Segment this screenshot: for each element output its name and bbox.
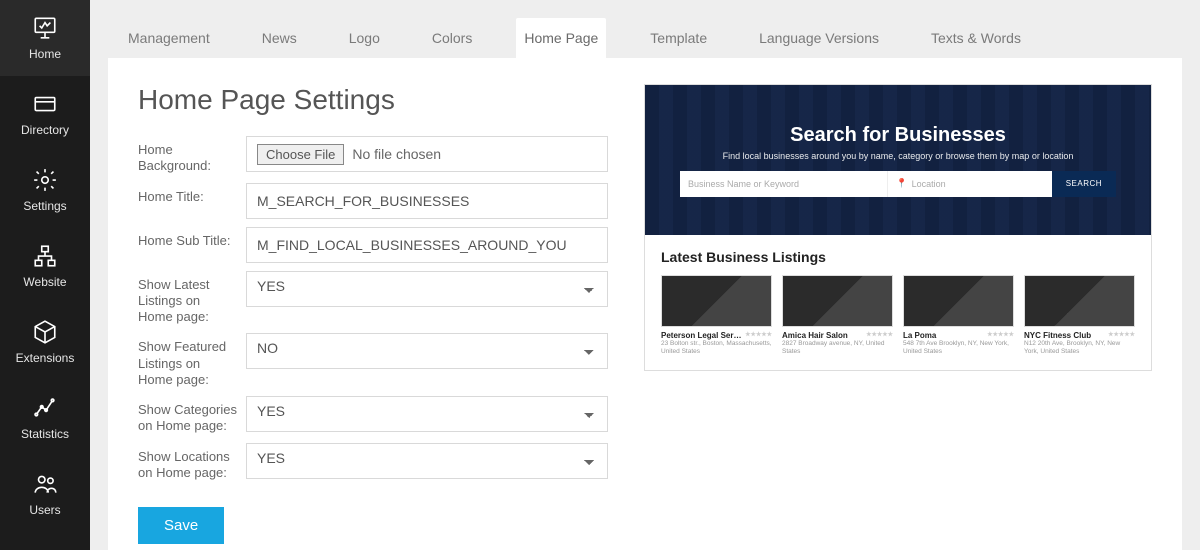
show-locations-label: Show Locations on Home page: (138, 443, 246, 482)
tab-colors[interactable]: Colors (424, 18, 480, 58)
tab-language-versions[interactable]: Language Versions (751, 18, 887, 58)
file-status: No file chosen (352, 146, 441, 162)
tab-texts-words[interactable]: Texts & Words (923, 18, 1029, 58)
users-icon (32, 471, 58, 497)
sidebar-item-label: Users (29, 503, 60, 517)
sidebar-item-label: Settings (23, 199, 66, 213)
sitemap-icon (32, 243, 58, 269)
sidebar-item-statistics[interactable]: Statistics (0, 380, 90, 456)
show-featured-label: Show Featured Listings on Home page: (138, 333, 246, 388)
sidebar-item-extensions[interactable]: Extensions (0, 304, 90, 380)
preview-hero: Search for Businesses Find local busines… (645, 85, 1151, 235)
preview-card: ★★★★★Peterson Legal Services 23 Bolton s… (661, 275, 772, 356)
card-icon (32, 91, 58, 117)
preview-card-thumb (661, 275, 772, 327)
main: Management News Logo Colors Home Page Te… (90, 0, 1200, 550)
preview-search-button: SEARCH (1052, 171, 1116, 197)
sidebar-item-label: Extensions (16, 351, 75, 365)
tab-template[interactable]: Template (642, 18, 715, 58)
home-sub-title-label: Home Sub Title: (138, 227, 246, 249)
tab-logo[interactable]: Logo (341, 18, 388, 58)
show-latest-label: Show Latest Listings on Home page: (138, 271, 246, 326)
show-categories-label: Show Categories on Home page: (138, 396, 246, 435)
preview-location-input: Location (888, 171, 1051, 197)
sidebar-item-website[interactable]: Website (0, 228, 90, 304)
tab-management[interactable]: Management (120, 18, 218, 58)
monitor-icon (32, 15, 58, 41)
gear-icon (32, 167, 58, 193)
home-title-label: Home Title: (138, 183, 246, 205)
preview-card: ★★★★★Amica Hair Salon 2827 Broadway aven… (782, 275, 893, 356)
show-featured-select[interactable]: NO (246, 333, 608, 369)
preview-hero-title: Search for Businesses (790, 124, 1006, 147)
save-button[interactable]: Save (138, 507, 224, 544)
sidebar: Home Directory Settings Website Extensio… (0, 0, 90, 550)
tabbar: Management News Logo Colors Home Page Te… (90, 0, 1200, 58)
preview-card-thumb (1024, 275, 1135, 327)
preview-card: ★★★★★NYC Fitness Club N12 20th Ave, Broo… (1024, 275, 1135, 356)
preview-keyword-input: Business Name or Keyword (680, 171, 888, 197)
preview-card-thumb (903, 275, 1014, 327)
page-title: Home Page Settings (138, 84, 608, 116)
choose-file-button[interactable]: Choose File (257, 144, 344, 165)
preview-card-thumb (782, 275, 893, 327)
sidebar-item-directory[interactable]: Directory (0, 76, 90, 152)
cube-icon (32, 319, 58, 345)
sidebar-item-settings[interactable]: Settings (0, 152, 90, 228)
preview-listings-heading: Latest Business Listings (661, 249, 1135, 265)
sidebar-item-label: Directory (21, 123, 69, 137)
chart-icon (32, 395, 58, 421)
sidebar-item-home[interactable]: Home (0, 0, 90, 76)
show-latest-select[interactable]: YES (246, 271, 608, 307)
sidebar-item-users[interactable]: Users (0, 456, 90, 532)
home-background-file[interactable]: Choose File No file chosen (246, 136, 608, 172)
sidebar-item-label: Home (29, 47, 61, 61)
home-background-label: Home Background: (138, 136, 246, 175)
tab-home-page[interactable]: Home Page (516, 18, 606, 58)
preview-searchbar: Business Name or Keyword Location SEARCH (680, 171, 1116, 197)
sidebar-item-label: Website (23, 275, 66, 289)
preview-listings: Latest Business Listings ★★★★★Peterson L… (645, 235, 1151, 370)
homepage-preview: Search for Businesses Find local busines… (644, 84, 1152, 371)
preview-card: ★★★★★La Poma 548 7th Ave Brooklyn, NY, N… (903, 275, 1014, 356)
show-categories-select[interactable]: YES (246, 396, 608, 432)
home-sub-title-input[interactable] (246, 227, 608, 263)
show-locations-select[interactable]: YES (246, 443, 608, 479)
tab-news[interactable]: News (254, 18, 305, 58)
home-title-input[interactable] (246, 183, 608, 219)
sidebar-item-label: Statistics (21, 427, 69, 441)
preview-hero-sub: Find local businesses around you by name… (723, 151, 1074, 161)
settings-panel: Home Page Settings Home Background: Choo… (108, 58, 1182, 550)
